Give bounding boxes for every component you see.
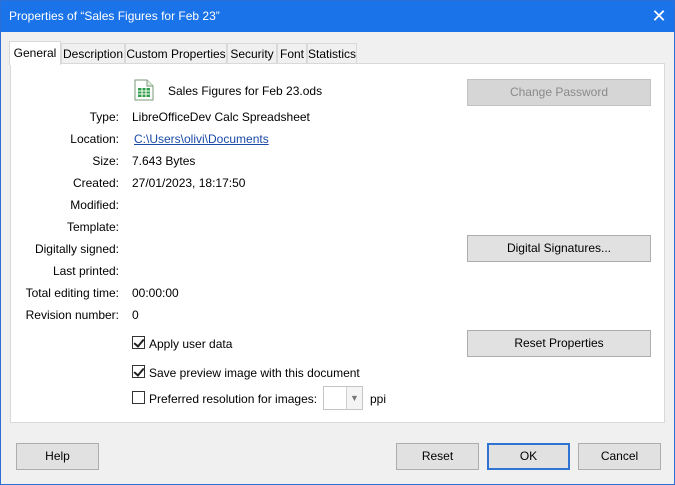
- tab-custom-properties[interactable]: Custom Properties: [125, 43, 227, 64]
- file-name: Sales Figures for Feb 23.ods: [168, 84, 323, 98]
- apply-user-data-label[interactable]: Apply user data: [149, 337, 232, 351]
- location-label: Location:: [70, 132, 119, 146]
- location-link[interactable]: C:\Users\olivi\Documents: [134, 132, 269, 146]
- revision-number-value: 0: [132, 308, 139, 322]
- digitally-signed-label: Digitally signed:: [34, 242, 119, 256]
- spreadsheet-file-icon: [134, 79, 154, 101]
- reset-button[interactable]: Reset: [396, 443, 479, 470]
- ok-button[interactable]: OK: [487, 443, 570, 470]
- save-preview-checkbox[interactable]: [132, 365, 145, 378]
- preferred-resolution-checkbox[interactable]: [132, 391, 145, 404]
- size-value: 7.643 Bytes: [132, 154, 196, 168]
- preferred-resolution-select[interactable]: ▼: [323, 386, 363, 410]
- close-icon[interactable]: ✕: [644, 1, 674, 32]
- ppi-label: ppi: [370, 392, 387, 406]
- type-label: Type:: [89, 110, 119, 124]
- size-label: Size:: [92, 154, 119, 168]
- title-bar: Properties of “Sales Figures for Feb 23”…: [1, 1, 674, 32]
- tab-security[interactable]: Security: [227, 43, 277, 64]
- help-button[interactable]: Help: [16, 443, 99, 470]
- type-value: LibreOfficeDev Calc Spreadsheet: [132, 110, 310, 124]
- revision-number-label: Revision number:: [25, 308, 119, 322]
- created-value: 27/01/2023, 18:17:50: [132, 176, 246, 190]
- apply-user-data-checkbox[interactable]: [132, 336, 145, 349]
- properties-dialog: Properties of “Sales Figures for Feb 23”…: [0, 0, 675, 485]
- tab-statistics[interactable]: Statistics: [307, 43, 357, 64]
- created-label: Created:: [72, 176, 119, 190]
- total-editing-time-label: Total editing time:: [25, 286, 119, 300]
- preferred-resolution-label[interactable]: Preferred resolution for images:: [149, 392, 317, 406]
- cancel-button[interactable]: Cancel: [578, 443, 661, 470]
- tab-general[interactable]: General: [9, 41, 61, 65]
- save-preview-label[interactable]: Save preview image with this document: [149, 366, 360, 380]
- window-title: Properties of “Sales Figures for Feb 23”: [9, 9, 220, 23]
- modified-label: Modified:: [70, 198, 119, 212]
- chevron-down-icon[interactable]: ▼: [346, 387, 362, 409]
- total-editing-time-value: 00:00:00: [132, 286, 179, 300]
- template-label: Template:: [66, 220, 119, 234]
- tab-font[interactable]: Font: [277, 43, 307, 64]
- change-password-button[interactable]: Change Password: [467, 79, 651, 106]
- digital-signatures-button[interactable]: Digital Signatures...: [467, 235, 651, 262]
- last-printed-label: Last printed:: [52, 264, 119, 278]
- tab-description[interactable]: Description: [61, 43, 125, 64]
- reset-properties-button[interactable]: Reset Properties: [467, 330, 651, 357]
